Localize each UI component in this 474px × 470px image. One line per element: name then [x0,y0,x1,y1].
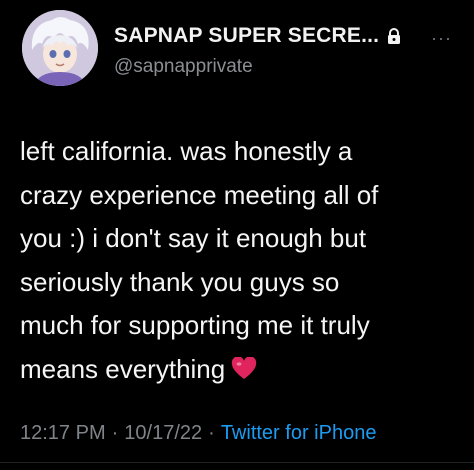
handle[interactable]: @sapnapprivate [114,56,253,78]
tweet-text: left california. was honestly a crazy ex… [20,136,379,384]
more-icon[interactable]: ··· [431,28,452,49]
display-name[interactable]: SAPNAP SUPER SECRE... [114,24,379,48]
separator: · [111,422,119,444]
heart-icon [231,351,257,379]
tweet-meta: 12:17 PM · 10/17/22 · Twitter for iPhone [20,422,376,445]
lock-icon [387,27,401,45]
avatar[interactable] [22,10,98,86]
tweet-body: left california. was honestly a crazy ex… [20,130,460,391]
tweet-date[interactable]: 10/17/22 [124,422,202,444]
source-link[interactable]: Twitter for iPhone [221,422,377,444]
divider [0,462,474,463]
tweet-time[interactable]: 12:17 PM [20,422,106,444]
separator: · [208,422,215,444]
name-row: SAPNAP SUPER SECRE... [114,24,401,48]
avatar-image [22,10,98,86]
